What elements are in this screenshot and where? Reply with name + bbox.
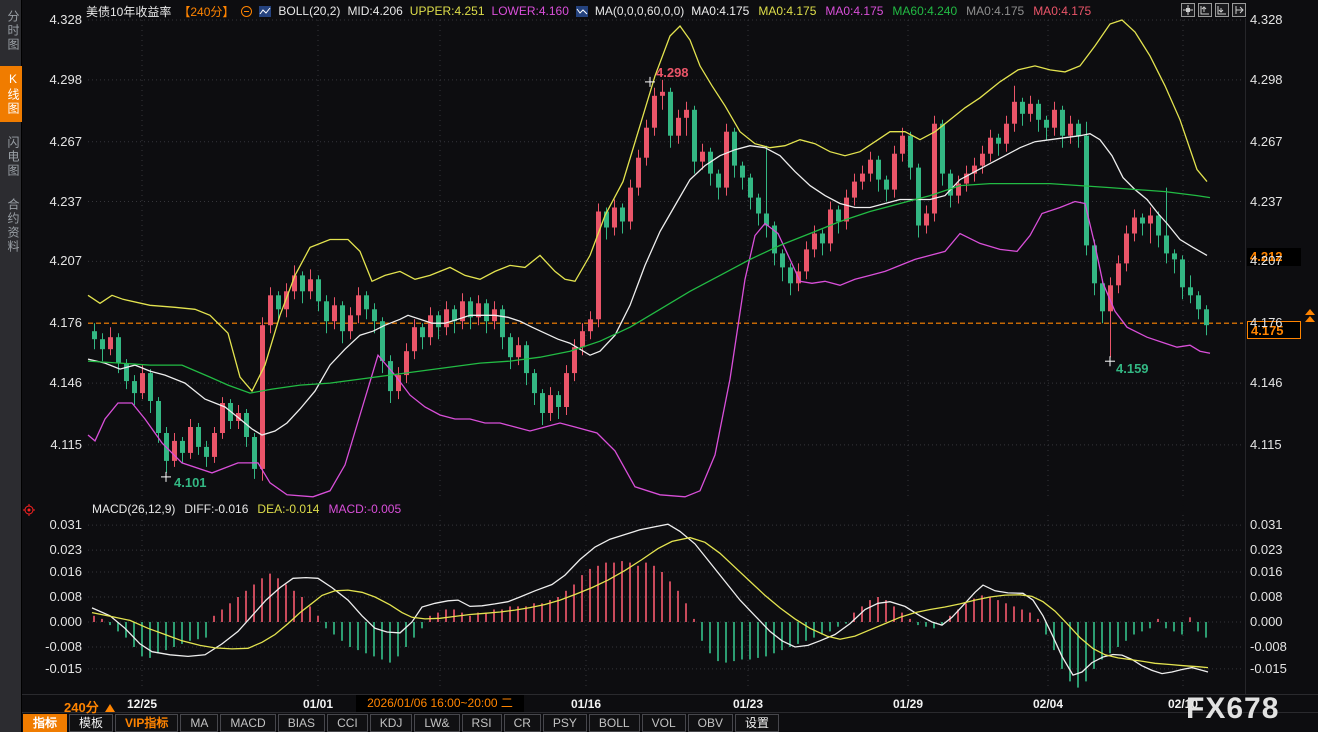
collapse-indicator-icon[interactable]	[241, 6, 252, 17]
crosshair-icon[interactable]	[1181, 3, 1195, 17]
ma-label[interactable]: MA(0,0,0,60,0,0)	[595, 4, 684, 18]
pan-right-icon[interactable]	[1232, 3, 1246, 17]
zoom-in-icon[interactable]	[1198, 3, 1212, 17]
toolbar-button-VOL[interactable]: VOL	[642, 714, 686, 732]
main-chart-canvas[interactable]: 4.298 4.101 4.159	[0, 0, 1318, 732]
sidebar-tab-0[interactable]: 分时图	[0, 4, 22, 58]
ma-value-4: MA0:4.175	[966, 4, 1024, 18]
toolbar-button-BIAS[interactable]: BIAS	[278, 714, 325, 732]
toolbar-button-CCI[interactable]: CCI	[327, 714, 368, 732]
macd-settings-icon[interactable]	[23, 503, 35, 521]
toolbar-button-CR[interactable]: CR	[504, 714, 541, 732]
macd-diff-value: DIFF:-0.016	[184, 502, 248, 516]
indicator-toolbar: 指标模板VIP指标MAMACDBIASCCIKDJLW&RSICRPSYBOLL…	[23, 714, 779, 732]
left-sidebar: 分时图 K线图闪电图合约资料	[0, 0, 22, 732]
macd-params-label[interactable]: MACD(26,12,9)	[92, 502, 175, 516]
toolbar-button-RSI[interactable]: RSI	[462, 714, 502, 732]
toolbar-button-指标[interactable]: 指标	[23, 714, 67, 732]
macd-macd-value: MACD:-0.005	[328, 502, 401, 516]
toolbar-button-MA[interactable]: MA	[180, 714, 218, 732]
boll-upper-value: UPPER:4.251	[410, 4, 485, 18]
macd-dea-value: DEA:-0.014	[257, 502, 319, 516]
toolbar-button-OBV[interactable]: OBV	[688, 714, 733, 732]
period-up-arrow-icon	[105, 704, 115, 712]
toolbar-button-模板[interactable]: 模板	[69, 714, 113, 732]
ma-value-1: MA0:4.175	[758, 4, 816, 18]
toolbar-button-PSY[interactable]: PSY	[543, 714, 587, 732]
sidebar-tab-2[interactable]: 闪电图	[0, 130, 22, 184]
chart-header: 美债10年收益率 【240分】 BOLL(20,2) MID:4.206 UPP…	[86, 2, 1091, 20]
ma-value-3: MA60:4.240	[892, 4, 957, 18]
toolbar-button-KDJ[interactable]: KDJ	[370, 714, 413, 732]
boll-chart-icon	[259, 6, 271, 17]
toolbar-button-MACD[interactable]: MACD	[220, 714, 275, 732]
svg-text:4.101: 4.101	[174, 475, 207, 490]
zoom-out-icon[interactable]	[1215, 3, 1229, 17]
toolbar-button-BOLL[interactable]: BOLL	[589, 714, 640, 732]
svg-text:4.159: 4.159	[1116, 361, 1149, 376]
boll-mid-value: MID:4.206	[347, 4, 402, 18]
sidebar-tab-3[interactable]: 合约资料	[0, 192, 22, 260]
crosshair-date-tooltip: 2026/01/06 16:00~20:00 二	[356, 695, 524, 712]
toolbar-button-LW&[interactable]: LW&	[414, 714, 459, 732]
sidebar-tab-1[interactable]: K线图	[0, 66, 22, 122]
boll-label[interactable]: BOLL(20,2)	[278, 4, 340, 18]
instrument-title: 美债10年收益率	[86, 3, 171, 20]
toolbar-button-设置[interactable]: 设置	[735, 714, 779, 732]
ma-chart-icon	[576, 6, 588, 17]
ma-value-2: MA0:4.175	[825, 4, 883, 18]
fx678-watermark: FX678	[1186, 692, 1279, 726]
ma-value-0: MA0:4.175	[691, 4, 749, 18]
svg-text:4.298: 4.298	[656, 65, 689, 80]
chart-application: 分时图 K线图闪电图合约资料 美债10年收益率 【240分】 BOLL(20,2)…	[0, 0, 1318, 732]
period-tag[interactable]: 【240分】	[178, 3, 234, 20]
period-text: 240分	[64, 700, 99, 715]
window-icons-group	[1181, 3, 1246, 17]
ma-values-group: MA0:4.175 MA0:4.175 MA0:4.175 MA60:4.240 MA0…	[691, 4, 1091, 18]
toolbar-button-VIP指标[interactable]: VIP指标	[115, 714, 178, 732]
ma-value-5: MA0:4.175	[1033, 4, 1091, 18]
boll-lower-value: LOWER:4.160	[492, 4, 569, 18]
macd-header: MACD(26,12,9) DIFF:-0.016 DEA:-0.014 MAC…	[92, 502, 401, 516]
